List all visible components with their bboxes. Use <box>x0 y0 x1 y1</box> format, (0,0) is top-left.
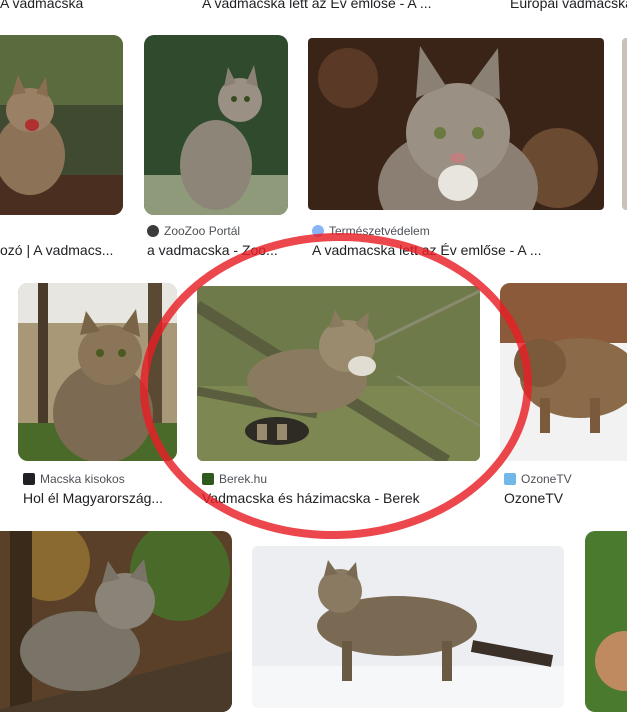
result-caption-3[interactable]: A vadmacska lett az Év emlőse - A ... <box>312 242 572 258</box>
result-source-3: Természetvédelem <box>312 224 430 238</box>
result-image-partial-1[interactable] <box>622 38 627 210</box>
paw-icon <box>147 225 159 237</box>
top-caption-2[interactable]: A vadmacska lett az Év emlőse - A ... <box>202 0 442 11</box>
top-caption-3[interactable]: Európai vadmacska <box>510 0 627 11</box>
ozonetv-logo-icon <box>504 473 516 485</box>
result-caption-6[interactable]: OzoneTV <box>504 490 624 506</box>
result-source-2: ZooZoo Portál <box>147 224 240 238</box>
result-caption-2[interactable]: a vadmacska - Zoo... <box>147 242 287 258</box>
result-image-partial-2[interactable] <box>585 531 627 712</box>
result-source-6: OzoneTV <box>504 472 572 486</box>
top-caption-1[interactable]: A vadmacska <box>0 0 120 11</box>
result-image-6[interactable] <box>500 283 627 461</box>
globe-icon <box>312 225 324 237</box>
result-image-3[interactable] <box>308 38 604 210</box>
result-source-4: Macska kisokos <box>23 472 125 486</box>
result-caption-1[interactable]: ozó | A vadmacs... <box>0 242 123 258</box>
result-caption-4[interactable]: Hol él Magyarország... <box>23 490 173 506</box>
result-image-5[interactable] <box>197 286 480 461</box>
berek-logo-icon <box>202 473 214 485</box>
result-image-7[interactable] <box>0 531 232 712</box>
result-image-2[interactable] <box>144 35 288 215</box>
result-image-4[interactable] <box>18 283 177 461</box>
result-source-5: Berek.hu <box>202 472 267 486</box>
result-image-1[interactable] <box>0 35 123 215</box>
cat-logo-icon <box>23 473 35 485</box>
result-image-8[interactable] <box>252 546 564 708</box>
result-caption-5[interactable]: Vadmacska és házimacska - Berek <box>202 490 442 506</box>
